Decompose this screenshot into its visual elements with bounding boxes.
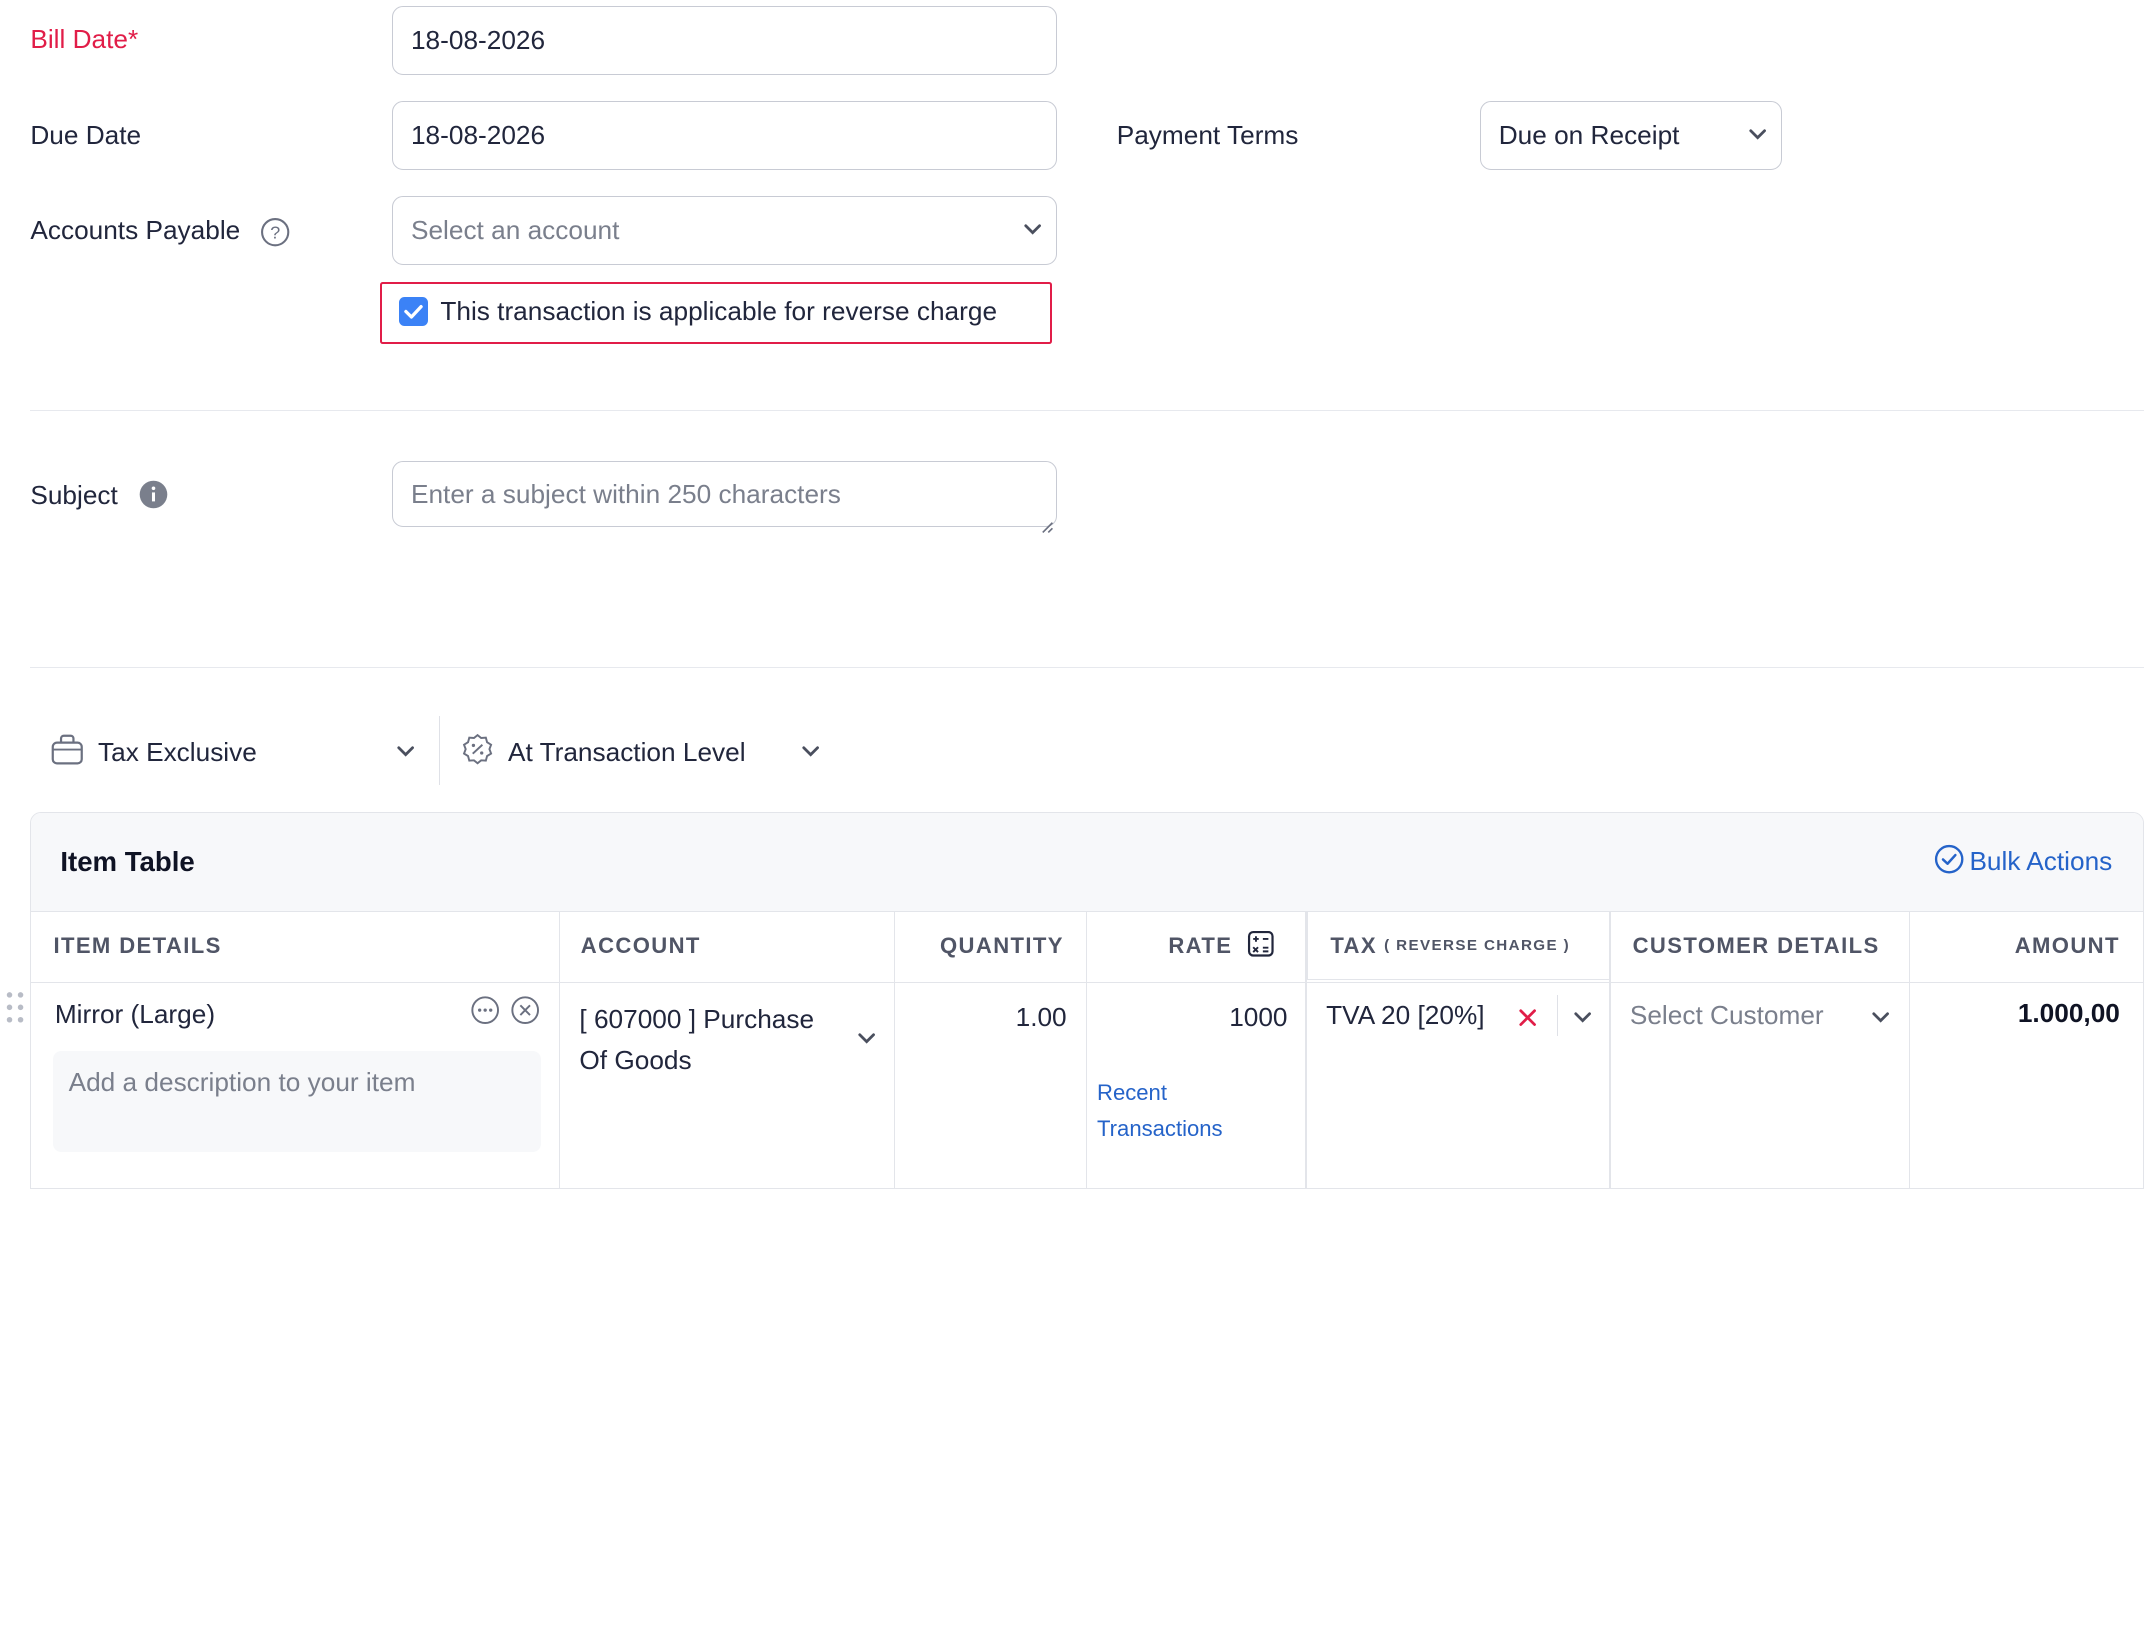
column-amount: AMOUNT: [2014, 932, 2120, 958]
item-table: Item Table Bulk Actions ITEM DETAILS ACC…: [30, 811, 2144, 1189]
column-divider: [894, 910, 896, 1188]
reverse-charge-label[interactable]: This transaction is applicable for rever…: [440, 295, 997, 328]
bill-date-input[interactable]: 18-08-2026: [392, 5, 1058, 75]
column-tax: TAX: [1330, 932, 1377, 958]
due-date-label: Due Date: [30, 119, 142, 150]
column-rate: RATE: [1168, 932, 1233, 958]
bill-date-value: 18-08-2026: [410, 24, 546, 55]
subject-textarea[interactable]: Enter a subject within 250 characters: [392, 461, 1058, 533]
recent-transactions-line-2: Transactions: [1097, 1115, 1223, 1141]
item-table-header: [31, 812, 2143, 912]
bill-date-label: Bill Date*: [30, 24, 139, 55]
due-date-input[interactable]: 18-08-2026: [392, 100, 1058, 170]
customer-select[interactable]: Select Customer: [1630, 1000, 1824, 1031]
chevron-down-icon[interactable]: [396, 745, 415, 759]
account-select[interactable]: [ 607000 ] Purchase Of Goods: [579, 999, 814, 1082]
column-divider: [1609, 910, 1611, 1188]
subject-placeholder: Enter a subject within 250 characters: [410, 478, 841, 509]
tax-bag-icon: [50, 733, 86, 766]
column-item-details: ITEM DETAILS: [53, 932, 222, 958]
remove-item-icon[interactable]: [510, 995, 540, 1025]
item-name[interactable]: Mirror (Large): [55, 999, 215, 1030]
separator: [438, 716, 441, 786]
check-circle-icon[interactable]: [1934, 844, 1964, 874]
account-line-2: Of Goods: [579, 1045, 692, 1076]
tax-level-select[interactable]: At Transaction Level: [508, 736, 746, 769]
payment-terms-label: Payment Terms: [1116, 119, 1299, 150]
quantity-input[interactable]: 1.00: [895, 1002, 1067, 1033]
tax-mode-select[interactable]: Tax Exclusive: [98, 736, 257, 769]
separator: [1556, 994, 1559, 1037]
tax-select[interactable]: TVA 20 [20%]: [1326, 1000, 1484, 1031]
chevron-down-icon[interactable]: [801, 745, 819, 759]
resize-handle-icon[interactable]: [1040, 510, 1054, 533]
chevron-down-icon[interactable]: [1871, 1011, 1890, 1025]
column-account: ACCOUNT: [580, 932, 701, 958]
more-options-icon[interactable]: [470, 995, 500, 1025]
reverse-charge-checkbox[interactable]: [398, 296, 428, 326]
recent-transactions-link[interactable]: Recent Transactions: [1097, 1075, 1223, 1147]
column-divider: [558, 910, 561, 1188]
clear-tax-icon[interactable]: [1518, 1007, 1537, 1026]
chevron-down-icon[interactable]: [1573, 1011, 1592, 1025]
drag-handle-icon[interactable]: [4, 988, 26, 1027]
accounts-payable-select[interactable]: Select an account: [392, 196, 1058, 266]
column-tax-sub: ( REVERSE CHARGE ): [1384, 936, 1570, 954]
account-line-1: [ 607000 ] Purchase: [579, 1004, 815, 1035]
rate-input[interactable]: 1000: [1087, 1002, 1287, 1033]
payment-terms-value: Due on Receipt: [1498, 119, 1680, 150]
info-icon[interactable]: [139, 480, 168, 509]
help-icon[interactable]: ?: [260, 217, 290, 247]
column-divider: [1085, 910, 1088, 1188]
chevron-down-icon: [1023, 223, 1042, 237]
chevron-down-icon: [1748, 128, 1766, 142]
column-customer-details: CUSTOMER DETAILS: [1632, 932, 1880, 958]
bulk-actions-button[interactable]: Bulk Actions: [1969, 846, 2112, 877]
column-divider: [1908, 910, 1911, 1188]
item-table-title: Item Table: [60, 845, 195, 877]
svg-text:?: ?: [270, 222, 280, 242]
item-description-placeholder: Add a description to your item: [68, 1066, 416, 1097]
discount-badge-icon: [461, 733, 494, 766]
divider: [30, 409, 2144, 412]
calculator-icon[interactable]: [1247, 930, 1275, 958]
chevron-down-icon[interactable]: [857, 1032, 875, 1046]
column-divider: [1305, 910, 1307, 1188]
subject-label: Subject: [30, 479, 118, 510]
recent-transactions-line-1: Recent: [1097, 1079, 1167, 1105]
due-date-value: 18-08-2026: [410, 119, 546, 150]
amount-value: 1.000,00: [2017, 997, 2120, 1028]
accounts-payable-label: Accounts Payable: [30, 214, 241, 245]
payment-terms-select[interactable]: Due on Receipt: [1479, 100, 1783, 170]
divider: [30, 666, 2144, 669]
accounts-payable-placeholder: Select an account: [410, 215, 620, 246]
item-description-input[interactable]: Add a description to your item: [53, 1051, 541, 1153]
column-quantity: QUANTITY: [940, 932, 1064, 958]
